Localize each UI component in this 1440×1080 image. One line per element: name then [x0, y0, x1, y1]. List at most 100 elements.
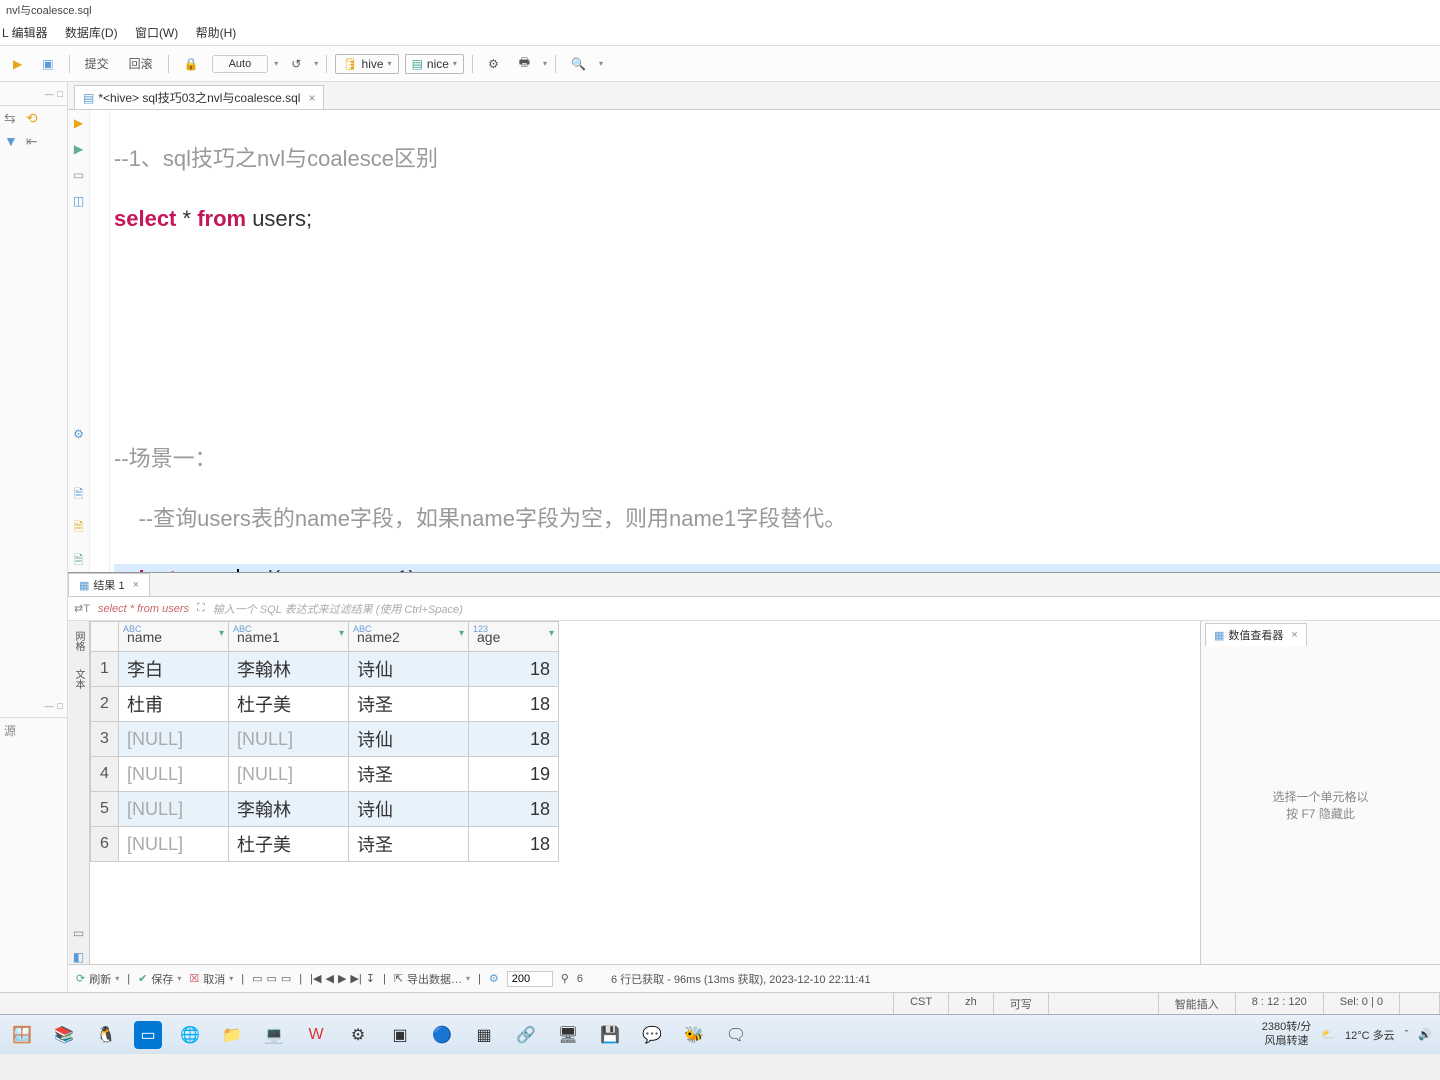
cell[interactable]: 诗仙: [349, 792, 469, 827]
wps-icon[interactable]: W: [302, 1021, 330, 1049]
cell[interactable]: 诗圣: [349, 687, 469, 722]
explorer-icon[interactable]: 📁: [218, 1021, 246, 1049]
filter-icon[interactable]: ▼: [4, 133, 18, 149]
table-row[interactable]: 2杜甫杜子美诗圣18: [91, 687, 559, 722]
editor-tab[interactable]: ▤ *<hive> sql技巧03之nvl与coalesce.sql ×: [74, 85, 324, 109]
edit-icon[interactable]: ▭: [281, 972, 291, 985]
search-icon[interactable]: 🔍: [564, 54, 593, 74]
wechat-icon[interactable]: 💬: [638, 1021, 666, 1049]
col-header-name2[interactable]: ABCname2▾: [349, 622, 469, 652]
task-icon[interactable]: 🗨: [722, 1021, 750, 1049]
cell[interactable]: 18: [469, 722, 559, 757]
cell[interactable]: 李翰林: [229, 652, 349, 687]
col-header-name[interactable]: ABCname▾: [119, 622, 229, 652]
task-icon[interactable]: 🖥: [554, 1021, 582, 1049]
print-icon[interactable]: 🖶: [512, 50, 537, 77]
autocommit-combo[interactable]: Auto: [212, 55, 269, 73]
col-header-name1[interactable]: ABCname1▾: [229, 622, 349, 652]
fetch-size-input[interactable]: [507, 971, 553, 987]
cell[interactable]: 18: [469, 687, 559, 722]
filter-sql-icon[interactable]: ⇄T: [74, 602, 90, 615]
commit-button[interactable]: 提交: [78, 52, 116, 75]
grid-view-tab[interactable]: 网格: [69, 627, 88, 655]
prev-icon[interactable]: ◀: [325, 972, 333, 985]
schema-combo[interactable]: ▤ nice ▾: [405, 54, 464, 74]
gutter-icon[interactable]: ◫: [73, 194, 84, 208]
task-icon[interactable]: 💻: [260, 1021, 288, 1049]
sql-editor[interactable]: ⊖--1、sql技巧之nvl与coalesce区别 select * from …: [110, 110, 1440, 572]
execute-plan-icon[interactable]: ▣: [35, 54, 60, 74]
start-icon[interactable]: 🪟: [8, 1021, 36, 1049]
last-icon[interactable]: ▶|: [350, 972, 361, 985]
chevron-down-icon[interactable]: ▾: [314, 59, 318, 68]
gear-icon[interactable]: ⚙: [73, 427, 84, 441]
link-icon[interactable]: ⇆: [4, 110, 18, 127]
task-icon[interactable]: ▣: [386, 1021, 414, 1049]
cell[interactable]: [NULL]: [229, 722, 349, 757]
chevron-down-icon[interactable]: ▾: [274, 59, 278, 68]
doc-icon[interactable]: 🗎: [74, 551, 84, 572]
task-icon[interactable]: 🔵: [428, 1021, 456, 1049]
execute-icon[interactable]: ▶: [6, 54, 29, 74]
cell[interactable]: 李白: [119, 652, 229, 687]
restore-icon[interactable]: □: [58, 89, 63, 99]
task-icon[interactable]: 🐧: [92, 1021, 120, 1049]
volume-icon[interactable]: 🔊: [1418, 1028, 1432, 1041]
cell[interactable]: 18: [469, 652, 559, 687]
cell[interactable]: 18: [469, 827, 559, 862]
result-grid[interactable]: ABCname▾ ABCname1▾ ABCname2▾ 123age▾ 1李白…: [90, 621, 1200, 964]
history-icon[interactable]: ↺: [284, 54, 308, 74]
export-button[interactable]: ⇱导出数据…▾: [394, 971, 470, 987]
cell[interactable]: 诗仙: [349, 652, 469, 687]
first-icon[interactable]: |◀: [310, 972, 321, 985]
refresh-button[interactable]: ⟳刷新▾: [76, 971, 119, 987]
expand-icon[interactable]: ⛶: [197, 602, 205, 615]
run-icon[interactable]: ▶: [74, 116, 83, 130]
gutter-icon[interactable]: ▶: [74, 142, 83, 156]
cell[interactable]: 杜子美: [229, 687, 349, 722]
settings-icon[interactable]: ⚙: [344, 1021, 372, 1049]
task-icon[interactable]: 💾: [596, 1021, 624, 1049]
close-icon[interactable]: ×: [308, 91, 315, 105]
cell[interactable]: [NULL]: [119, 722, 229, 757]
task-icon[interactable]: 🐝: [680, 1021, 708, 1049]
cell[interactable]: 18: [469, 792, 559, 827]
close-icon[interactable]: ×: [133, 579, 139, 591]
cell[interactable]: 19: [469, 757, 559, 792]
cell[interactable]: 杜甫: [119, 687, 229, 722]
next-icon[interactable]: ▶: [338, 972, 346, 985]
lock-icon[interactable]: 🔒: [177, 54, 206, 74]
gear-icon[interactable]: ⚙: [489, 972, 499, 985]
restore-icon[interactable]: □: [58, 701, 63, 711]
tray-chevron[interactable]: ˆ: [1405, 1029, 1409, 1041]
edit-icon[interactable]: ▭: [266, 972, 276, 985]
doc-icon[interactable]: 🗎: [74, 485, 84, 506]
cell[interactable]: [NULL]: [119, 757, 229, 792]
table-row[interactable]: 1李白李翰林诗仙18: [91, 652, 559, 687]
chevron-down-icon[interactable]: ▾: [599, 59, 603, 68]
close-icon[interactable]: ×: [1291, 629, 1297, 641]
task-icon[interactable]: 🔗: [512, 1021, 540, 1049]
doc-icon[interactable]: 🗎: [74, 518, 84, 539]
text-view-tab[interactable]: 文本: [69, 665, 88, 693]
task-icon[interactable]: ▭: [134, 1021, 162, 1049]
settings-icon[interactable]: ⚙: [481, 54, 506, 74]
table-row[interactable]: 3[NULL][NULL]诗仙18: [91, 722, 559, 757]
task-icon[interactable]: ▦: [470, 1021, 498, 1049]
rollback-button[interactable]: 回滚: [122, 52, 160, 75]
minimize-icon[interactable]: —: [45, 701, 54, 711]
minimize-icon[interactable]: —: [45, 89, 54, 99]
panel-icon[interactable]: ◧: [73, 950, 84, 964]
table-row[interactable]: 5[NULL]李翰林诗仙18: [91, 792, 559, 827]
fetch-icon[interactable]: ↧: [366, 972, 375, 985]
cell[interactable]: 杜子美: [229, 827, 349, 862]
menu-database[interactable]: 数据库(D): [65, 26, 118, 40]
cell[interactable]: [NULL]: [119, 827, 229, 862]
menu-window[interactable]: 窗口(W): [135, 26, 178, 40]
cell[interactable]: [NULL]: [119, 792, 229, 827]
cell[interactable]: 诗仙: [349, 722, 469, 757]
menu-editor[interactable]: L 编辑器: [2, 26, 48, 40]
record-icon[interactable]: ▭: [73, 926, 84, 940]
edit-icon[interactable]: ▭: [252, 972, 262, 985]
task-icon[interactable]: 📚: [50, 1021, 78, 1049]
